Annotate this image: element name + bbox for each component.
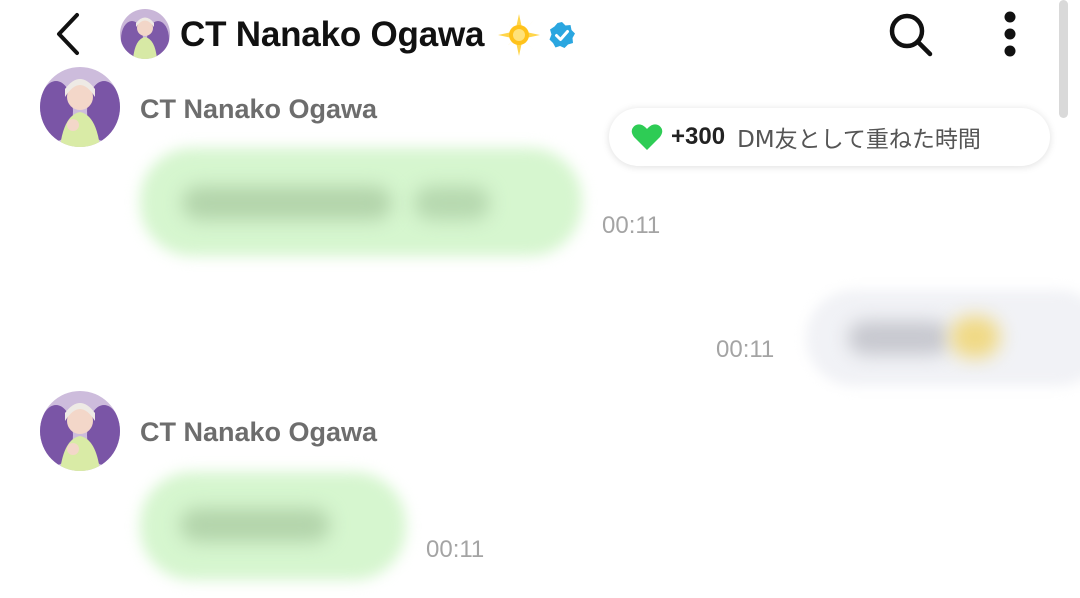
search-icon	[889, 13, 933, 57]
more-options-button[interactable]	[986, 6, 1034, 62]
dm-badge-label: DM友として重ねた時間	[737, 127, 981, 153]
sender-name: CT Nanako Ogawa	[140, 417, 378, 447]
chat-title: CT Nanako Ogawa	[180, 15, 485, 54]
blurred-message-text	[414, 186, 490, 220]
message-timestamp: 00:11	[716, 336, 775, 363]
blurred-emoji	[950, 316, 1000, 358]
verified-badge-icon	[548, 21, 576, 49]
message-timestamp: 00:11	[426, 536, 485, 563]
blurred-message-text	[848, 321, 950, 355]
chat-screen: CT Nanako Ogawa CT Nanako Ogawa 00:11 +3…	[0, 0, 1080, 598]
sender-name: CT Nanako Ogawa	[140, 94, 378, 124]
header-avatar[interactable]	[120, 9, 170, 59]
dm-friend-time-badge[interactable]: +300 DM友として重ねた時間	[609, 108, 1050, 166]
green-heart-icon	[631, 122, 663, 152]
dm-points: +300	[671, 123, 726, 150]
message-timestamp: 00:11	[602, 212, 661, 239]
sender-avatar[interactable]	[40, 391, 120, 471]
more-vert-icon	[1004, 11, 1016, 57]
scrollbar-thumb[interactable]	[1059, 0, 1068, 118]
blurred-message-text	[180, 508, 330, 542]
sender-avatar[interactable]	[40, 67, 120, 147]
blurred-message-text	[182, 186, 392, 220]
star-emoji-icon	[496, 12, 542, 58]
back-arrow-icon	[57, 13, 79, 55]
chat-header: CT Nanako Ogawa	[0, 0, 1080, 118]
header-title-group[interactable]: CT Nanako Ogawa	[180, 12, 576, 58]
search-button[interactable]	[880, 6, 940, 62]
back-button[interactable]	[44, 8, 92, 60]
